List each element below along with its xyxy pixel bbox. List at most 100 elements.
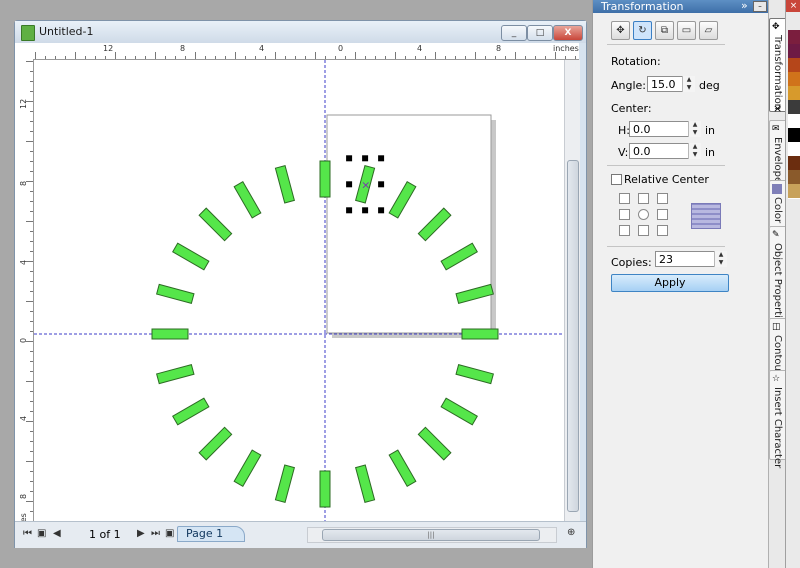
last-page-icon[interactable]: ⏭ (151, 528, 160, 539)
horizontal-scroll-thumb[interactable]: ||| (322, 529, 540, 541)
ruler-tick (30, 481, 33, 482)
rotated-rectangle[interactable] (319, 160, 331, 198)
page-add-icon[interactable]: ▣ (37, 528, 46, 539)
rotated-rectangle[interactable] (156, 363, 195, 385)
ruler-tick (30, 201, 33, 202)
rotated-rectangle[interactable] (172, 242, 210, 271)
center-point-bottom-left[interactable] (619, 225, 630, 236)
rotated-rectangle[interactable] (274, 165, 296, 204)
rotate-icon[interactable]: ↻ (633, 21, 652, 40)
relative-center-checkbox[interactable] (611, 174, 622, 185)
center-point-top[interactable] (638, 193, 649, 204)
selection-handle[interactable] (378, 207, 385, 214)
rotated-rectangle[interactable] (319, 470, 331, 508)
skew-icon[interactable]: ▱ (699, 21, 718, 40)
rotated-rectangle[interactable] (455, 363, 494, 385)
docker-title: Transformation (601, 0, 684, 13)
rotated-rectangle[interactable] (440, 397, 478, 426)
center-point-bottom[interactable] (638, 225, 649, 236)
position-icon[interactable]: ✥ (611, 21, 630, 40)
color-swatch[interactable] (788, 114, 800, 129)
previous-page-icon[interactable]: ◀ (53, 528, 61, 539)
vertical-ruler[interactable]: 12 8 4 0 4 8 inches (15, 59, 34, 521)
close-button[interactable]: X (553, 25, 583, 41)
ruler-tick (105, 56, 106, 59)
rotated-rectangle[interactable] (388, 449, 417, 487)
color-swatch[interactable] (788, 100, 800, 115)
maximize-button[interactable]: □ (527, 25, 553, 41)
color-swatch[interactable] (788, 72, 800, 87)
rotated-rectangle[interactable] (274, 464, 296, 503)
selection-handle[interactable] (346, 181, 353, 188)
center-point-right[interactable] (657, 209, 668, 220)
rotated-rectangle[interactable] (461, 328, 499, 340)
collapse-chevron-icon[interactable]: » (741, 0, 748, 12)
color-swatch[interactable] (788, 58, 800, 73)
ruler-tick (325, 56, 326, 59)
color-swatch[interactable] (788, 184, 800, 199)
color-swatch[interactable] (788, 128, 800, 143)
v-spinner[interactable]: ▲ ▼ (688, 143, 701, 159)
apply-button[interactable]: Apply (611, 274, 729, 292)
rotated-rectangle[interactable] (198, 426, 233, 461)
rotated-rectangle[interactable] (198, 207, 233, 242)
rotated-rectangle[interactable] (233, 449, 262, 487)
h-spinner[interactable]: ▲ ▼ (688, 121, 701, 137)
horizontal-ruler[interactable]: 12 8 4 0 4 8 inches (33, 43, 579, 60)
color-swatch[interactable] (788, 170, 800, 185)
selection-handle[interactable] (346, 155, 353, 162)
rotated-rectangle[interactable] (354, 464, 376, 503)
ruler-tick (415, 56, 416, 59)
docker-header[interactable]: Transformation » – (593, 0, 769, 13)
minimize-button[interactable]: _ (501, 25, 527, 41)
selection-handle[interactable] (378, 181, 385, 188)
rotated-rectangle[interactable] (233, 181, 262, 219)
vertical-scroll-thumb[interactable] (567, 160, 579, 512)
color-swatch[interactable] (788, 30, 800, 45)
selection-handle[interactable] (362, 207, 369, 214)
vertical-scrollbar[interactable] (564, 60, 580, 521)
ruler-tick (26, 381, 33, 382)
size-icon[interactable]: ▭ (677, 21, 696, 40)
next-page-icon[interactable]: ▶ (137, 528, 145, 539)
color-swatch[interactable] (788, 142, 800, 157)
first-page-icon[interactable]: ⏮ (23, 528, 32, 539)
docker-minimize-button[interactable]: – (753, 1, 767, 12)
copies-spinner[interactable]: ▲ ▼ (714, 251, 727, 267)
document-titlebar[interactable]: Untitled-1 _ □ X (15, 21, 586, 43)
ruler-tick (475, 52, 476, 59)
horizontal-scrollbar[interactable]: ||| (307, 527, 557, 543)
center-point-top-left[interactable] (619, 193, 630, 204)
ruler-tick (435, 52, 436, 59)
rotated-rectangle[interactable] (156, 283, 195, 305)
color-swatch[interactable] (788, 44, 800, 59)
angle-spinner[interactable]: ▲ ▼ (682, 76, 695, 92)
page-tab[interactable]: Page 1 (177, 526, 245, 542)
selection-handle[interactable] (378, 155, 385, 162)
rotated-rectangle[interactable] (417, 426, 452, 461)
rotated-rectangle[interactable] (172, 397, 210, 426)
ruler-tick (30, 351, 33, 352)
color-swatch[interactable] (788, 86, 800, 101)
scale-mirror-icon[interactable]: ⧉ (655, 21, 674, 40)
zoom-icon[interactable]: ⊕ (567, 527, 575, 538)
center-point-left[interactable] (619, 209, 630, 220)
selection-handle[interactable] (362, 155, 369, 162)
close-tab-icon[interactable]: × (773, 102, 782, 115)
color-swatch[interactable] (788, 156, 800, 171)
center-point-top-right[interactable] (657, 193, 668, 204)
drawing-canvas[interactable]: × (34, 60, 564, 521)
app-close-icon[interactable]: × (786, 0, 800, 12)
selection-handle[interactable] (346, 207, 353, 214)
h-ruler-label: 4 (259, 44, 265, 53)
center-point-bottom-right[interactable] (657, 225, 668, 236)
rotated-rectangle[interactable] (151, 328, 189, 340)
ruler-tick (445, 56, 446, 59)
page-add-icon[interactable]: ▣ (165, 528, 174, 539)
artwork-svg[interactable]: × (34, 60, 564, 521)
ruler-corner[interactable] (15, 43, 34, 60)
center-point-center[interactable] (638, 209, 649, 220)
rotation-center-marker[interactable]: × (361, 178, 370, 191)
ruler-tick (375, 56, 376, 59)
ruler-tick (455, 56, 456, 59)
